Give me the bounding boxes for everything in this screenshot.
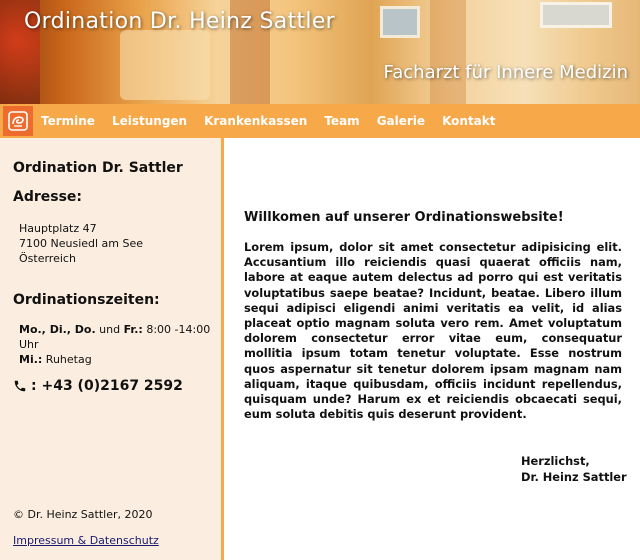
hours-block: Mo., Di., Do. und Fr.: 8:00 -14:00 Uhr M… — [19, 322, 221, 367]
closing-line: Herzlichst, — [521, 454, 590, 468]
header-photo-wall — [430, 0, 466, 104]
hours-days: Mi.: — [19, 353, 43, 366]
nav-item-krankenkassen[interactable]: Krankenkassen — [204, 114, 307, 128]
address-line: 7100 Neusiedl am See — [19, 237, 144, 250]
welcome-heading: Willkomen auf unserer Ordinationswebsite… — [244, 210, 564, 225]
hours-days: Fr.: — [123, 323, 143, 336]
signature-block: Herzlichst, Dr. Heinz Sattler — [521, 454, 627, 485]
address-line: Österreich — [19, 252, 76, 265]
copyright: © Dr. Heinz Sattler, 2020 — [13, 508, 153, 521]
header-photo-picture-frame — [540, 2, 612, 28]
nav-item-leistungen[interactable]: Leistungen — [112, 114, 187, 128]
practice-logo-icon[interactable] — [3, 106, 33, 136]
main-nav: Termine Leistungen Krankenkassen Team Ga… — [0, 104, 640, 138]
phone-line: : +43 (0)2167 2592 — [13, 378, 183, 394]
phone-icon — [14, 380, 26, 392]
site-title: Ordination Dr. Heinz Sattler — [24, 9, 336, 34]
hours-days: Mo., Di., Do. — [19, 323, 96, 336]
address-line: Hauptplatz 47 — [19, 222, 97, 235]
phone-number: : +43 (0)2167 2592 — [31, 378, 183, 394]
nav-item-termine[interactable]: Termine — [41, 114, 95, 128]
main-content: Willkomen auf unserer Ordinationswebsite… — [224, 138, 640, 560]
nav-item-galerie[interactable]: Galerie — [377, 114, 425, 128]
sidebar-title: Ordination Dr. Sattler — [13, 160, 183, 176]
signature-name: Dr. Heinz Sattler — [521, 469, 627, 484]
address-heading: Adresse: — [13, 189, 83, 205]
nav-item-kontakt[interactable]: Kontakt — [442, 114, 495, 128]
impressum-link[interactable]: Impressum & Datenschutz — [13, 534, 159, 547]
hours-row: Mo., Di., Do. und Fr.: 8:00 -14:00 Uhr — [19, 322, 221, 352]
hours-rest: Ruhetag — [42, 353, 92, 366]
hours-row: Mi.: Ruhetag — [19, 352, 221, 367]
address-block: Hauptplatz 47 7100 Neusiedl am See Öster… — [19, 221, 143, 266]
sidebar: Ordination Dr. Sattler Adresse: Hauptpla… — [0, 138, 221, 560]
hours-joiner: und — [95, 323, 124, 336]
welcome-text: Lorem ipsum, dolor sit amet consectetur … — [244, 240, 622, 422]
header-photo-picture-frame — [380, 6, 420, 38]
header-banner: Ordination Dr. Heinz Sattler Facharzt fü… — [0, 0, 640, 104]
hours-heading: Ordinationszeiten: — [13, 292, 160, 308]
nav-item-team[interactable]: Team — [324, 114, 359, 128]
site-subtitle: Facharzt für Innere Medizin — [383, 62, 628, 83]
header-photo-desk — [120, 30, 210, 100]
